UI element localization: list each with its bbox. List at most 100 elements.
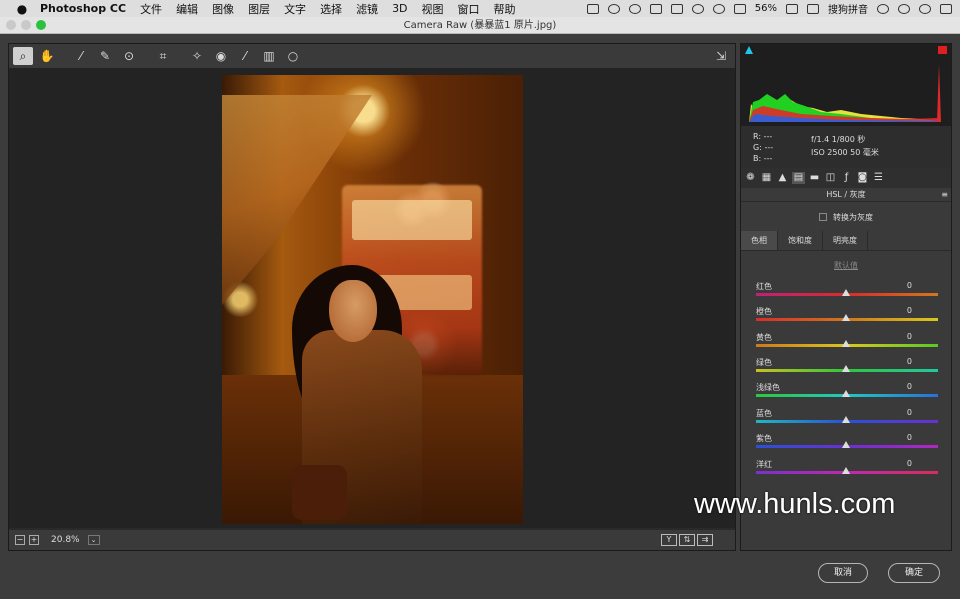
graduated-filter-icon[interactable]: ▥: [259, 47, 279, 65]
panel-title: HSL / 灰度: [826, 190, 866, 199]
photo-face: [329, 280, 377, 342]
camera-calibration-icon[interactable]: ◙: [856, 172, 869, 184]
cloud-icon[interactable]: [628, 3, 641, 14]
slider-magenta[interactable]: 洋红 0: [756, 459, 938, 483]
screen-record-icon[interactable]: [586, 3, 599, 14]
slider-yellow[interactable]: 黄色 0: [756, 332, 938, 356]
zoom-out-button[interactable]: −: [15, 535, 25, 545]
panel-menu-icon[interactable]: ≡: [941, 188, 948, 202]
radial-filter-icon[interactable]: ○: [283, 47, 303, 65]
clock-icon[interactable]: [877, 3, 889, 14]
slider-label: 浅绿色: [756, 383, 780, 392]
slider-value[interactable]: 0: [907, 433, 912, 442]
zoom-window-button[interactable]: [36, 20, 46, 30]
tone-curve-icon[interactable]: ▦: [760, 172, 773, 184]
photo-preview[interactable]: [222, 75, 523, 524]
spot-removal-tool-icon[interactable]: ✧: [187, 47, 207, 65]
menu-type[interactable]: 文字: [284, 1, 306, 17]
bluetooth-icon[interactable]: [691, 3, 704, 14]
zoom-in-button[interactable]: +: [29, 535, 39, 545]
menu-3d[interactable]: 3D: [392, 2, 407, 15]
adjustment-brush-icon[interactable]: ⁄: [235, 47, 255, 65]
cancel-button[interactable]: 取消: [818, 563, 868, 583]
default-link[interactable]: 默认值: [741, 260, 951, 271]
open-preferences-icon[interactable]: ⇲: [711, 47, 731, 65]
before-after-toggle-button[interactable]: Y: [661, 534, 677, 546]
preview-panel: ⌕ ✋ ⁄ ✎ ⊙ ⌗ ✧ ◉ ⁄ ▥ ○ ⇲ − + 20.8% ⌄ Y ⇅ …: [8, 43, 736, 551]
presets-icon[interactable]: ☰: [872, 172, 885, 184]
slider-value[interactable]: 0: [907, 408, 912, 417]
slider-red[interactable]: 红色 0: [756, 281, 938, 305]
tab-luminance[interactable]: 明亮度: [823, 231, 868, 250]
color-sampler-tool-icon[interactable]: ✎: [95, 47, 115, 65]
wifi-icon[interactable]: [712, 3, 725, 14]
adjustment-panel: R: --- G: --- B: --- f/1.4 1/800 秒 ISO 2…: [740, 43, 952, 551]
app-menu[interactable]: Photoshop CC: [40, 2, 126, 15]
tab-saturation[interactable]: 饱和度: [778, 231, 823, 250]
red-eye-tool-icon[interactable]: ◉: [211, 47, 231, 65]
hand-tool-icon[interactable]: ✋: [37, 47, 57, 65]
menu-select[interactable]: 选择: [320, 1, 342, 17]
slider-value[interactable]: 0: [907, 382, 912, 391]
wechat-icon[interactable]: [607, 3, 620, 14]
zoom-tool-icon[interactable]: ⌕: [13, 47, 33, 65]
menu-file[interactable]: 文件: [140, 1, 162, 17]
slider-green[interactable]: 绿色 0: [756, 357, 938, 381]
panel-title-bar: HSL / 灰度 ≡: [741, 188, 951, 202]
exif-iso-focal: ISO 2500 50 毫米: [811, 148, 879, 157]
rgb-g: G: ---: [753, 143, 774, 152]
slider-value[interactable]: 0: [907, 357, 912, 366]
minimize-window-button[interactable]: [21, 20, 31, 30]
menu-view[interactable]: 视图: [422, 1, 444, 17]
lens-corrections-icon[interactable]: ◫: [824, 172, 837, 184]
siri-icon[interactable]: [919, 3, 931, 14]
white-balance-tool-icon[interactable]: ⁄: [71, 47, 91, 65]
ime-icon[interactable]: [807, 3, 819, 14]
slider-value[interactable]: 0: [907, 332, 912, 341]
zoom-level: 20.8%: [51, 535, 80, 545]
basic-panel-icon[interactable]: ❁: [744, 172, 757, 184]
targeted-adjustment-tool-icon[interactable]: ⊙: [119, 47, 139, 65]
apple-icon[interactable]: ●: [14, 2, 30, 16]
crop-tool-icon[interactable]: ⌗: [153, 47, 173, 65]
slider-purple[interactable]: 紫色 0: [756, 433, 938, 457]
mic-icon[interactable]: [670, 3, 683, 14]
photo-bag: [292, 465, 347, 520]
menu-edit[interactable]: 编辑: [176, 1, 198, 17]
image-canvas[interactable]: [9, 68, 735, 528]
slider-value[interactable]: 0: [907, 281, 912, 290]
detail-icon[interactable]: ▲: [776, 172, 789, 184]
close-window-button[interactable]: [6, 20, 16, 30]
zoom-dropdown-chevron-icon[interactable]: ⌄: [87, 535, 100, 545]
swap-settings-icon[interactable]: ⇅: [679, 534, 695, 546]
site-watermark: www.hunls.com: [694, 488, 896, 520]
menu-layer[interactable]: 图层: [248, 1, 270, 17]
slider-aqua[interactable]: 浅绿色 0: [756, 382, 938, 406]
creative-cloud-icon[interactable]: [649, 3, 662, 14]
hsl-panel-icon[interactable]: ▤: [792, 172, 805, 184]
spotlight-icon[interactable]: [898, 3, 910, 14]
grayscale-checkbox[interactable]: [819, 213, 827, 221]
slider-value[interactable]: 0: [907, 459, 912, 468]
effects-icon[interactable]: ƒ: [840, 172, 853, 184]
slider-orange[interactable]: 橙色 0: [756, 306, 938, 330]
view-buttons: Y ⇅ ⇉: [661, 534, 713, 546]
ok-button[interactable]: 确定: [888, 563, 940, 583]
menu-window[interactable]: 窗口: [458, 1, 480, 17]
slider-label: 紫色: [756, 434, 772, 443]
slider-blue[interactable]: 蓝色 0: [756, 408, 938, 432]
split-toning-icon[interactable]: ▬: [808, 172, 821, 184]
dialog-footer: 取消 确定: [0, 555, 960, 599]
grayscale-label: 转换为灰度: [833, 213, 873, 222]
battery-icon[interactable]: [786, 3, 798, 14]
slider-value[interactable]: 0: [907, 306, 912, 315]
menu-filter[interactable]: 滤镜: [356, 1, 378, 17]
ime-label[interactable]: 搜狗拼音: [828, 1, 868, 16]
grayscale-option[interactable]: 转换为灰度: [741, 210, 951, 226]
copy-settings-icon[interactable]: ⇉: [697, 534, 713, 546]
airplay-icon[interactable]: [733, 3, 746, 14]
notification-icon[interactable]: [940, 3, 952, 14]
menu-help[interactable]: 帮助: [494, 1, 516, 17]
tab-hue[interactable]: 色相: [741, 231, 778, 250]
menu-image[interactable]: 图像: [212, 1, 234, 17]
